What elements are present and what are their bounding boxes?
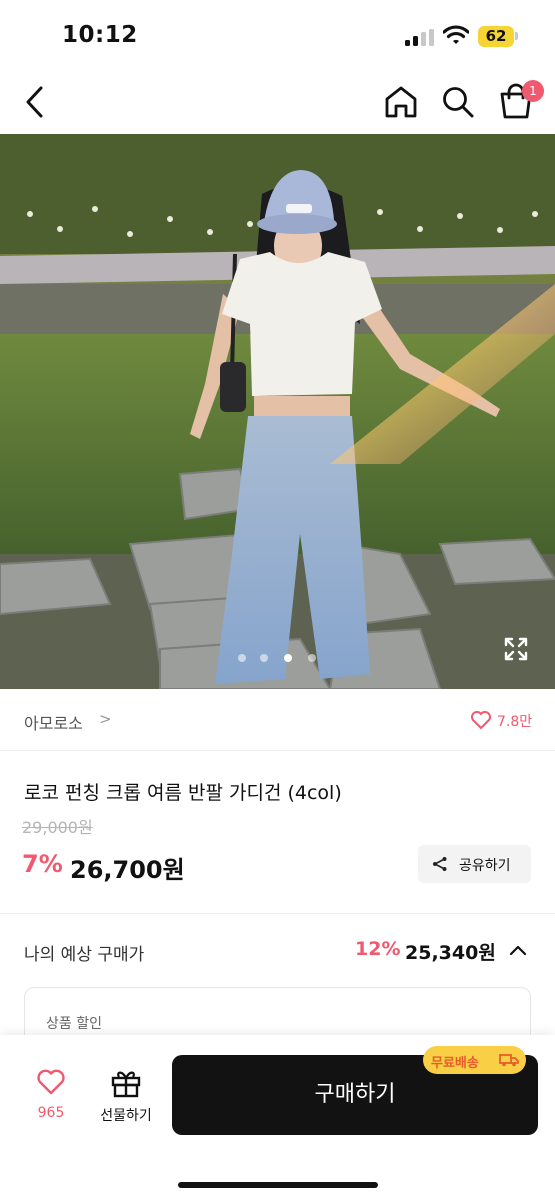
cellular-signal-icon [405, 29, 435, 46]
share-label: 공유하기 [459, 858, 511, 874]
cart-count-badge: 1 [522, 80, 544, 102]
battery-nub [515, 32, 518, 40]
expected-price-label: 나의 예상 구매가 [24, 945, 145, 965]
expected-discount-rate: 12% [355, 938, 401, 960]
chevron-right-icon[interactable]: > [99, 710, 112, 728]
product-discount-label: 상품 할인 [46, 1016, 102, 1032]
battery-indicator: 62 [478, 26, 514, 47]
discount-rate: 7% [22, 850, 63, 878]
gift-icon [111, 1071, 141, 1098]
product-image-gallery[interactable] [0, 134, 555, 689]
heart-icon [37, 1069, 65, 1095]
gallery-dot[interactable] [238, 654, 246, 662]
brand-row: 아모로소 > 7.8만 [0, 689, 555, 751]
wishlist-count: 965 [37, 1105, 65, 1121]
gallery-pagination [232, 652, 322, 664]
back-arrow-icon[interactable] [20, 84, 50, 120]
chevron-up-icon[interactable] [508, 940, 528, 960]
wifi-icon [443, 25, 469, 44]
top-navigation [0, 70, 555, 134]
gallery-dot-active[interactable] [284, 654, 292, 662]
product-title: 로코 펀칭 크롭 여름 반팔 가디건 (4col) [24, 782, 342, 804]
share-icon [433, 857, 447, 871]
status-time: 10:12 [62, 22, 138, 48]
home-indicator [178, 1182, 378, 1188]
wishlist-button[interactable]: 965 [22, 1065, 80, 1129]
fullscreen-expand-icon[interactable] [503, 636, 529, 662]
free-shipping-label: 무료배송 [431, 1056, 479, 1071]
gift-label: 선물하기 [100, 1108, 152, 1124]
share-button[interactable]: 공유하기 [418, 845, 531, 883]
original-price: 29,000원 [22, 818, 93, 837]
heart-icon[interactable] [470, 710, 492, 730]
brand-link[interactable]: 아모로소 [24, 710, 83, 734]
expected-price: 25,340원 [405, 942, 496, 964]
search-icon[interactable] [440, 84, 476, 120]
gallery-dot[interactable] [260, 654, 268, 662]
gift-button[interactable]: 선물하기 [92, 1065, 160, 1129]
status-bar: 10:12 62 [0, 0, 555, 70]
product-photo [0, 134, 555, 689]
gallery-dot[interactable] [308, 654, 316, 662]
truck-icon [499, 1054, 519, 1067]
like-count: 7.8만 [497, 714, 533, 730]
sale-price: 26,700원 [70, 856, 185, 884]
free-shipping-badge: 무료배송 [423, 1046, 526, 1074]
section-divider [0, 913, 555, 914]
home-icon[interactable] [382, 84, 420, 120]
